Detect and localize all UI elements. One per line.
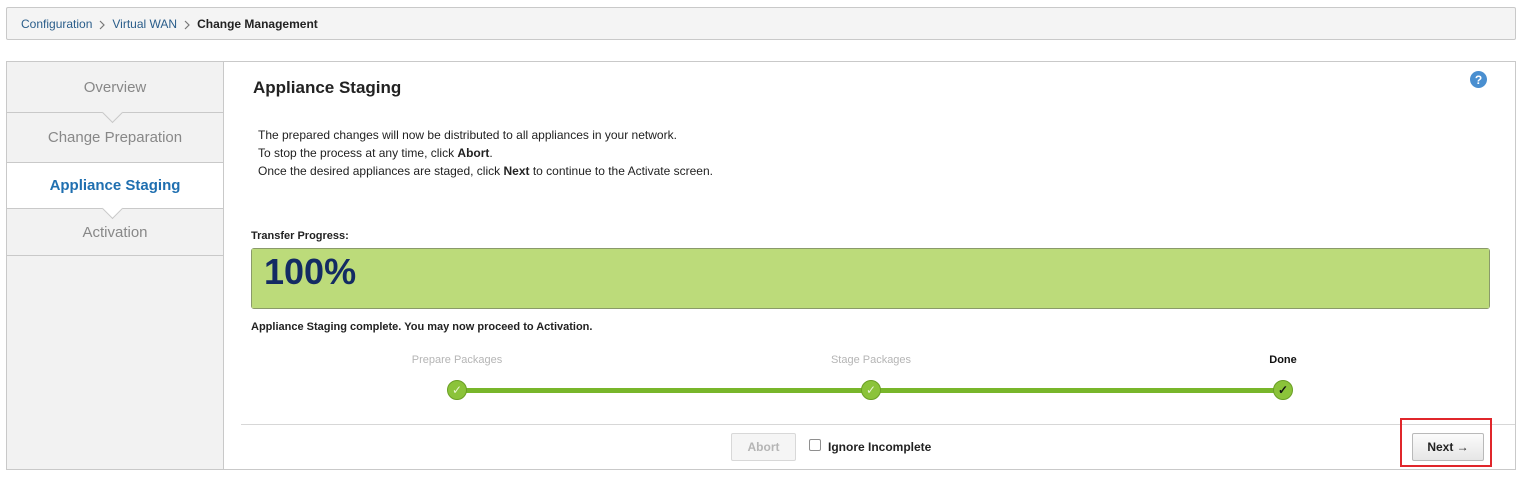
change-management-panel: Overview Change Preparation Appliance St…	[6, 61, 1516, 470]
ignore-incomplete-checkbox[interactable]	[809, 439, 821, 451]
stage-label-done: Done	[1269, 354, 1297, 366]
sidebar-step-label: Overview	[83, 78, 147, 96]
next-button[interactable]: Next →	[1412, 433, 1484, 461]
breadcrumb-virtual-wan[interactable]: Virtual WAN	[112, 17, 177, 31]
check-icon: ✓	[447, 380, 467, 400]
breadcrumb-configuration[interactable]: Configuration	[21, 17, 92, 31]
breadcrumb: Configuration Virtual WAN Change Managem…	[6, 7, 1516, 40]
sidebar-step-label: Activation	[82, 223, 148, 241]
footer-divider	[241, 424, 1515, 425]
description-line: Once the desired appliances are staged, …	[258, 164, 713, 178]
description-line: To stop the process at any time, click A…	[258, 146, 493, 160]
chevron-right-icon	[92, 16, 112, 31]
abort-button[interactable]: Abort	[731, 433, 796, 461]
description-line: The prepared changes will now be distrib…	[258, 128, 677, 142]
transfer-progress-label: Transfer Progress:	[251, 230, 349, 242]
sidebar-step-label: Appliance Staging	[49, 177, 181, 194]
help-icon[interactable]: ?	[1470, 71, 1487, 88]
stage-track	[879, 388, 1281, 393]
page-title: Appliance Staging	[253, 78, 402, 97]
status-message: Appliance Staging complete. You may now …	[251, 321, 593, 333]
stage-track	[465, 388, 871, 393]
check-icon: ✓	[1273, 380, 1293, 400]
stage-stepper: Prepare Packages ✓ Stage Packages ✓ Done…	[224, 350, 1514, 400]
stage-label-stage-packages: Stage Packages	[830, 354, 912, 366]
wizard-content: Appliance Staging ? The prepared changes…	[224, 62, 1515, 469]
progress-fill	[252, 249, 1489, 308]
chevron-right-icon	[177, 16, 197, 31]
breadcrumb-change-management: Change Management	[197, 16, 318, 31]
stage-label-prepare-packages: Prepare Packages	[411, 354, 503, 366]
sidebar-step-appliance-staging[interactable]: Appliance Staging	[7, 163, 223, 220]
sidebar-step-label: Change Preparation	[47, 129, 183, 146]
progress-percent: 100%	[264, 251, 357, 292]
ignore-incomplete-label: Ignore Incomplete	[828, 440, 932, 454]
description: The prepared changes will now be distrib…	[258, 126, 713, 180]
transfer-progress-bar: 100%	[251, 248, 1490, 309]
wizard-sidebar: Overview Change Preparation Appliance St…	[7, 62, 224, 469]
check-icon: ✓	[861, 380, 881, 400]
sidebar-step-overview[interactable]: Overview	[7, 62, 223, 124]
